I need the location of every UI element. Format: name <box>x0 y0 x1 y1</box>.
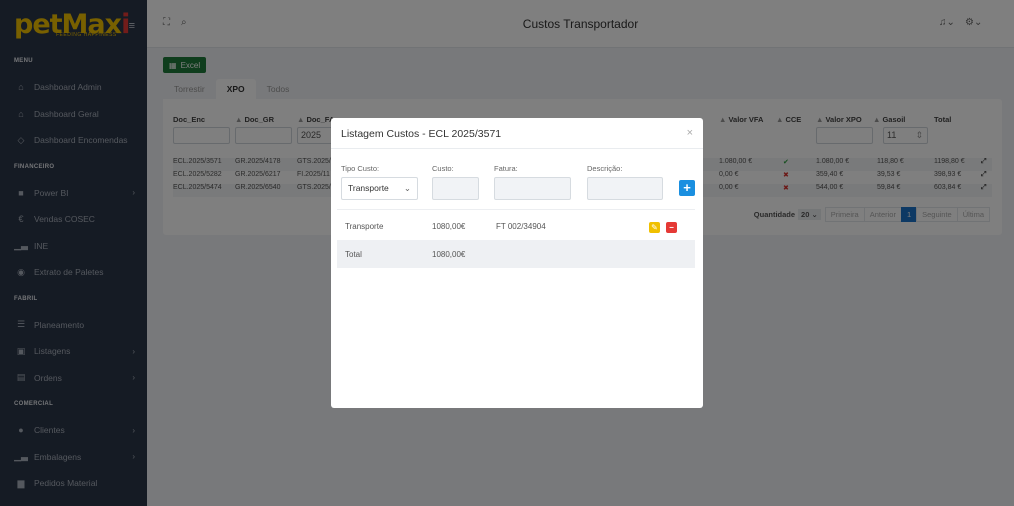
label-descricao: Descrição: <box>587 164 623 173</box>
label-custo: Custo: <box>432 164 454 173</box>
total-row: Total 1080,00€ <box>337 240 695 268</box>
label-fatura: Fatura: <box>494 164 518 173</box>
delete-icon[interactable]: − <box>666 222 677 233</box>
close-icon[interactable]: × <box>687 127 693 139</box>
divider <box>337 209 695 210</box>
chevron-down-icon: ⌄ <box>403 183 411 193</box>
cost-row: Transporte 1080,00€ FT 002/34904 ✎ − <box>337 212 695 240</box>
descricao-input[interactable] <box>587 177 663 200</box>
modal-header: Listagem Custos - ECL 2025/3571 × <box>331 118 703 149</box>
label-tipo-custo: Tipo Custo: <box>341 164 380 173</box>
edit-icon[interactable]: ✎ <box>649 222 660 233</box>
fatura-input[interactable] <box>494 177 571 200</box>
costs-modal: Listagem Custos - ECL 2025/3571 × Tipo C… <box>331 118 703 408</box>
add-cost-button[interactable]: + <box>679 180 695 196</box>
custo-input[interactable] <box>432 177 479 200</box>
tipo-custo-select[interactable]: Transporte ⌄ <box>341 177 418 200</box>
modal-title: Listagem Custos - ECL 2025/3571 <box>341 128 502 140</box>
